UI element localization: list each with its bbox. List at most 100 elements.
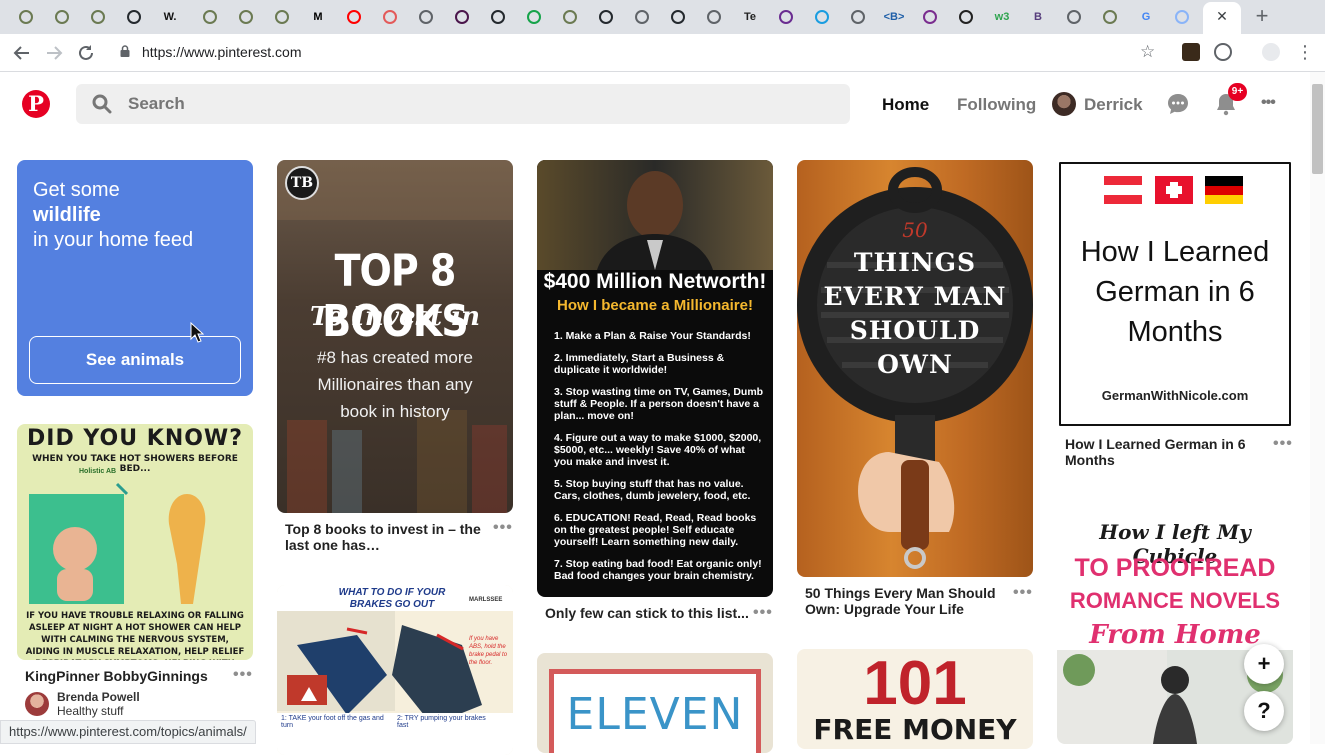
github-icon[interactable] xyxy=(668,7,688,27)
profile-avatar-icon[interactable] xyxy=(1262,43,1280,61)
extension-icon[interactable] xyxy=(1214,43,1232,61)
plant-icon[interactable] xyxy=(88,7,108,27)
nav-following[interactable]: Following xyxy=(957,95,1036,115)
notification-badge: 9+ xyxy=(1228,83,1247,101)
pin-headline: ELEVEN xyxy=(566,689,744,740)
pinterest-logo[interactable]: P xyxy=(22,90,50,118)
plant-icon[interactable] xyxy=(560,7,580,27)
sheets-icon[interactable] xyxy=(524,7,544,27)
pin-script: To Invest in xyxy=(310,302,480,332)
settings-icon[interactable] xyxy=(1172,7,1192,27)
nav-profile[interactable]: Derrick xyxy=(1084,95,1143,115)
pin-more-icon[interactable]: ••• xyxy=(1273,436,1293,452)
pin-german[interactable]: How I Learned German in 6 Months GermanW… xyxy=(1057,160,1293,428)
reload-icon[interactable] xyxy=(75,42,97,64)
pin-line-3: ROMANCE NOVELS xyxy=(1069,588,1281,613)
pin-top-books[interactable]: TB TOP 8 BOOKS To Invest in #8 has creat… xyxy=(277,160,513,513)
list-item: 3. Stop wasting time on TV, Games, Dumb … xyxy=(554,386,764,422)
plant-icon[interactable] xyxy=(16,7,36,27)
pin-eleven[interactable]: ELEVEN xyxy=(537,653,773,753)
page-icon[interactable] xyxy=(632,7,652,27)
portrait-photo xyxy=(537,160,773,270)
bootstrap-icon[interactable]: B xyxy=(1028,7,1048,27)
pin-board[interactable]: Healthy stuff xyxy=(57,704,123,718)
add-pin-button[interactable]: + xyxy=(1244,644,1284,684)
plant-icon[interactable] xyxy=(236,7,256,27)
github-icon[interactable] xyxy=(596,7,616,27)
see-animals-button[interactable]: See animals xyxy=(29,336,241,384)
browser-menu-icon[interactable]: ⋮ xyxy=(1296,42,1314,62)
pin-headline: THINGS EVERY MAN SHOULD OWN xyxy=(797,246,1033,382)
address-bar[interactable]: https://www.pinterest.com xyxy=(142,44,302,60)
pin-brand: Holistic AB xyxy=(79,468,117,475)
pin-more-icon[interactable]: ••• xyxy=(1013,585,1033,601)
plant-icon[interactable] xyxy=(52,7,72,27)
pin-step-2: 2: TRY pumping your brakes fast xyxy=(397,715,486,729)
pin-headline: FREE MONEY xyxy=(813,713,1017,746)
w3-icon[interactable]: w3 xyxy=(992,7,1012,27)
nav-home[interactable]: Home xyxy=(882,95,929,115)
search-input[interactable] xyxy=(128,84,828,124)
youtube-icon[interactable] xyxy=(344,7,364,27)
extension-icon[interactable] xyxy=(1182,43,1200,61)
pin-title[interactable]: Top 8 books to invest in – the last one … xyxy=(285,521,485,553)
pin-title[interactable]: Only few can stick to this list... xyxy=(545,605,749,621)
avatar[interactable] xyxy=(25,692,49,716)
flags-icon xyxy=(1104,176,1243,204)
page-icon[interactable] xyxy=(848,7,868,27)
forward-icon[interactable] xyxy=(43,42,65,64)
tab-strip xyxy=(0,0,1325,34)
pin-author[interactable]: Brenda Powell xyxy=(57,690,140,704)
te-icon[interactable]: Te xyxy=(740,7,760,27)
pin-free-money[interactable]: 101 FREE MONEY xyxy=(797,649,1033,749)
brakes-illustration xyxy=(277,611,513,755)
more-options-icon[interactable]: ••• xyxy=(1261,94,1276,112)
help-button[interactable]: ? xyxy=(1244,691,1284,731)
github-icon[interactable] xyxy=(488,7,508,27)
bookmark-star-icon[interactable]: ☆ xyxy=(1140,42,1155,62)
mouse-cursor-icon xyxy=(190,322,204,343)
pin-networth[interactable]: $400 Million Networth! How I became a Mi… xyxy=(537,160,773,597)
pin-more-icon[interactable]: ••• xyxy=(753,605,773,621)
home-icon[interactable] xyxy=(956,7,976,27)
extension-icon[interactable] xyxy=(776,7,796,27)
plant-icon[interactable] xyxy=(200,7,220,27)
code-icon[interactable]: <B> xyxy=(884,7,905,27)
pin-title[interactable]: KingPinner BobbyGinnings xyxy=(25,668,208,684)
pin-title[interactable]: 50 Things Every Man Should Own: Upgrade … xyxy=(805,585,1005,617)
pin-did-you-know[interactable]: DID YOU KNOW? WHEN YOU TAKE HOT SHOWERS … xyxy=(17,424,253,660)
pin-subheading: WHEN YOU TAKE HOT SHOWERS BEFORE BED... xyxy=(32,454,238,474)
plant-icon[interactable] xyxy=(272,7,292,27)
tab-close-icon[interactable]: ✕ xyxy=(1214,8,1230,24)
avatar[interactable] xyxy=(1052,92,1076,116)
page-icon[interactable] xyxy=(704,7,724,27)
pin-more-icon[interactable]: ••• xyxy=(233,667,253,683)
pin-brakes[interactable]: WHAT TO DO IF YOUR BRAKES GO OUT MARLSSE… xyxy=(277,585,513,755)
globe-icon[interactable] xyxy=(812,7,832,27)
scrollbar-thumb[interactable] xyxy=(1312,84,1323,174)
new-tab-button[interactable]: + xyxy=(1251,5,1273,27)
pin-site: GermanWithNicole.com xyxy=(1101,388,1249,403)
list-item: 6. EDUCATION! Read, Read, Read books on … xyxy=(554,512,757,548)
pin-side-note: If you have ABS, hold the brake pedal to… xyxy=(469,636,508,666)
google-icon[interactable]: G xyxy=(1136,7,1156,27)
page-icon[interactable] xyxy=(1064,7,1084,27)
networth-list: 1. Make a Plan & Raise Your Standards! 2.… xyxy=(554,330,764,592)
page-icon[interactable] xyxy=(416,7,436,27)
back-icon[interactable] xyxy=(11,42,33,64)
list-item: 5. Stop buying stuff that has no value. … xyxy=(554,478,751,502)
pin-skillet[interactable]: 50 THINGS EVERY MAN SHOULD OWN xyxy=(797,160,1033,577)
medium-icon[interactable]: M xyxy=(308,7,328,27)
plant-icon[interactable] xyxy=(1100,7,1120,27)
promo-line-2: wildlife xyxy=(33,204,101,226)
slack-icon[interactable] xyxy=(452,7,472,27)
w-icon[interactable]: W. xyxy=(160,7,180,27)
pin-title[interactable]: How I Learned German in 6 Months xyxy=(1065,436,1250,468)
github-icon[interactable] xyxy=(124,7,144,27)
messages-icon[interactable] xyxy=(1166,92,1190,116)
brand-logo: TB xyxy=(285,166,319,200)
openai-icon[interactable] xyxy=(380,7,400,27)
coloris-icon[interactable] xyxy=(920,7,940,27)
pin-more-icon[interactable]: ••• xyxy=(493,520,513,536)
lock-icon[interactable] xyxy=(120,45,130,57)
